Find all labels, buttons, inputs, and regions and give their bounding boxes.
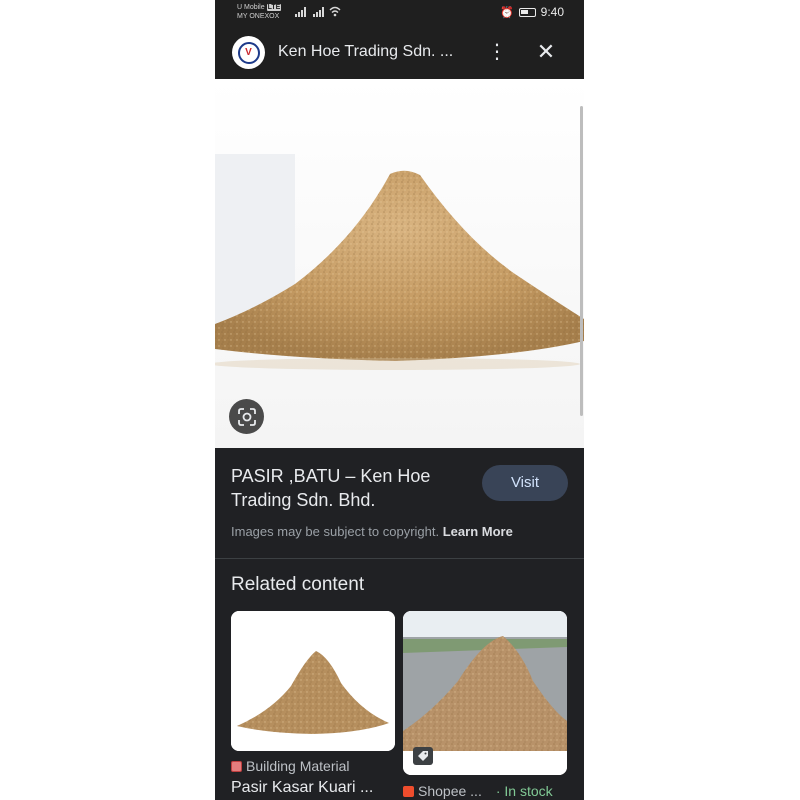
related-source: Building Material — [231, 758, 350, 774]
carrier-name: U Mobile — [237, 4, 265, 11]
signal-icon — [313, 7, 325, 17]
tag-icon — [413, 747, 433, 765]
viewer-header: V Ken Hoe Trading Sdn. ... ⋮ ✕ — [215, 26, 584, 79]
result-info: PASIR ,BATU – Ken Hoe Trading Sdn. Bhd. … — [215, 448, 584, 559]
stock-status: · In stock — [495, 783, 553, 799]
battery-icon — [518, 7, 536, 17]
related-card-title[interactable]: Pasir Kasar Kuari ... — [231, 779, 373, 797]
wifi-icon — [329, 6, 341, 17]
site-title[interactable]: Ken Hoe Trading Sdn. ... — [278, 43, 453, 61]
more-options-icon[interactable]: ⋮ — [487, 40, 507, 64]
source-name: Shopee ... — [418, 783, 482, 799]
site-logo-icon[interactable]: V — [232, 36, 265, 69]
sand-pile-image — [215, 79, 584, 448]
copyright-text: Images may be subject to copyright. — [231, 524, 440, 539]
signal-icon — [295, 7, 307, 17]
learn-more-link[interactable]: Learn More — [443, 524, 513, 539]
copyright-notice: Images may be subject to copyright. Lear… — [231, 524, 513, 539]
status-bar: U Mobile LTE MY ONEXOX ⏰ 9:40 — [215, 0, 584, 26]
clock: 9:40 — [540, 5, 564, 19]
phone-screen: U Mobile LTE MY ONEXOX ⏰ 9:40 V Ken Hoe … — [215, 0, 584, 800]
related-card-image[interactable] — [231, 611, 395, 751]
lens-search-icon[interactable] — [229, 399, 264, 434]
source-name: Building Material — [246, 758, 350, 774]
alarm-icon: ⏰ — [499, 6, 514, 19]
carrier-name-secondary: MY ONEXOX — [237, 13, 280, 20]
main-image[interactable] — [215, 79, 584, 448]
result-title[interactable]: PASIR ,BATU – Ken Hoe Trading Sdn. Bhd. — [231, 464, 461, 512]
site-favicon-icon — [231, 760, 242, 772]
related-heading: Related content — [231, 574, 365, 595]
sand-pile-thumbnail — [231, 611, 395, 751]
scrollbar[interactable] — [580, 106, 583, 416]
carrier-info: U Mobile LTE MY ONEXOX — [237, 3, 282, 21]
shopee-favicon-icon — [403, 785, 414, 797]
related-source: Shopee ... · In stock — [403, 783, 553, 799]
visit-button[interactable]: Visit — [482, 465, 568, 501]
close-icon[interactable]: ✕ — [535, 39, 557, 65]
status-right: ⏰ 9:40 — [500, 5, 564, 19]
lte-badge: LTE — [266, 4, 282, 11]
related-card-image[interactable] — [403, 611, 567, 775]
